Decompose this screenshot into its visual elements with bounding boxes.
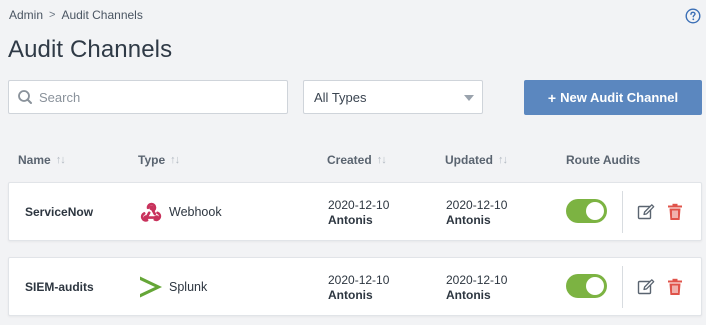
breadcrumb-current: Audit Channels	[61, 8, 143, 22]
sort-icon: ↑↓	[55, 154, 66, 166]
column-header-type-label: Type	[138, 153, 166, 167]
sort-icon: ↑↓	[376, 154, 387, 166]
updated-date: 2020-12-10	[446, 198, 508, 212]
updated-by: Antonis	[446, 288, 491, 302]
column-header-name-label: Name	[18, 153, 51, 167]
divider	[622, 266, 623, 308]
column-header-type[interactable]: Type ↑↓	[138, 153, 180, 167]
created-date: 2020-12-10	[328, 198, 390, 212]
channel-name[interactable]: SIEM-audits	[25, 280, 94, 294]
channel-type-label: Splunk	[169, 280, 208, 294]
help-icon[interactable]	[685, 8, 701, 24]
divider	[622, 191, 623, 233]
search-input[interactable]	[39, 89, 279, 105]
updated-cell: 2020-12-10 Antonis	[446, 273, 507, 303]
column-header-updated[interactable]: Updated ↑↓	[445, 153, 508, 167]
created-cell: 2020-12-10 Antonis	[328, 198, 389, 228]
breadcrumb: Admin > Audit Channels	[9, 8, 143, 22]
edit-icon[interactable]	[637, 203, 655, 221]
webhook-icon	[140, 202, 162, 222]
trash-icon[interactable]	[667, 203, 683, 221]
created-date: 2020-12-10	[328, 273, 390, 287]
toggle-knob	[586, 277, 604, 295]
route-audits-toggle[interactable]	[566, 199, 607, 223]
page-title: Audit Channels	[8, 36, 173, 63]
trash-icon[interactable]	[667, 278, 683, 296]
updated-date: 2020-12-10	[446, 273, 508, 287]
column-header-created-label: Created	[327, 153, 372, 167]
type-filter-value: All Types	[314, 89, 367, 105]
table-row: ServiceNow Webhook 2020-12-10 Antonis 20…	[8, 182, 702, 241]
new-audit-channel-label: New Audit Channel	[560, 90, 679, 105]
column-header-created[interactable]: Created ↑↓	[327, 153, 387, 167]
channel-type: Webhook	[139, 199, 222, 225]
created-by: Antonis	[328, 213, 373, 227]
table-row: SIEM-audits Splunk 2020-12-10 Antonis 20…	[8, 257, 702, 316]
column-header-updated-label: Updated	[445, 153, 493, 167]
breadcrumb-admin-link[interactable]: Admin	[9, 8, 43, 22]
sort-icon: ↑↓	[498, 154, 508, 166]
new-audit-channel-button[interactable]: + New Audit Channel	[524, 80, 702, 115]
type-filter-select[interactable]: All Types	[303, 80, 483, 114]
created-cell: 2020-12-10 Antonis	[328, 273, 389, 303]
chevron-down-icon	[464, 95, 474, 101]
created-by: Antonis	[328, 288, 373, 302]
splunk-icon	[140, 276, 162, 298]
channel-type-label: Webhook	[169, 205, 222, 219]
search-icon	[18, 90, 32, 104]
breadcrumb-separator: >	[49, 9, 56, 21]
sort-icon: ↑↓	[170, 154, 180, 166]
updated-cell: 2020-12-10 Antonis	[446, 198, 507, 228]
edit-icon[interactable]	[637, 278, 655, 296]
toggle-knob	[586, 202, 604, 220]
column-header-name[interactable]: Name ↑↓	[18, 153, 66, 167]
search-field[interactable]	[8, 80, 288, 114]
route-audits-toggle[interactable]	[566, 274, 607, 298]
column-header-route-audits-label: Route Audits	[566, 153, 641, 167]
updated-by: Antonis	[446, 213, 491, 227]
channel-name[interactable]: ServiceNow	[25, 205, 93, 219]
plus-icon: +	[547, 89, 557, 106]
column-header-route-audits: Route Audits	[566, 153, 640, 167]
channel-type: Splunk	[139, 274, 207, 300]
